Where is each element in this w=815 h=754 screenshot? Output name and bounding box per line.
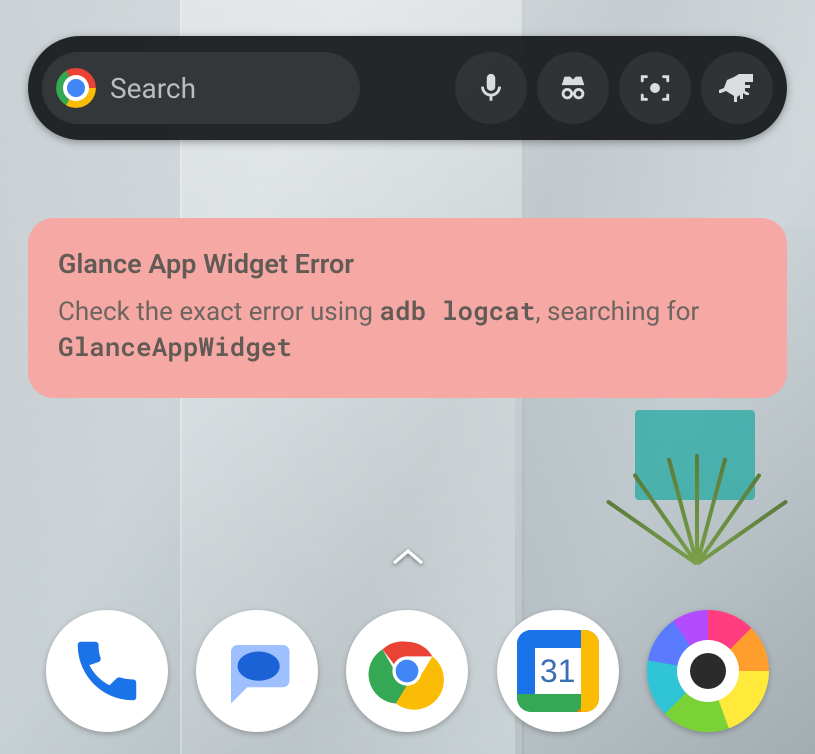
dino-button[interactable] xyxy=(701,52,773,124)
voice-search-button[interactable] xyxy=(455,52,527,124)
dock-app-chrome[interactable] xyxy=(346,610,468,732)
wallpaper-plant xyxy=(615,424,785,594)
dock: 31 xyxy=(0,610,815,732)
chrome-icon xyxy=(368,632,446,710)
dock-app-messages[interactable] xyxy=(196,610,318,732)
error-body: Check the exact error using adb logcat, … xyxy=(58,294,757,366)
messages-icon xyxy=(218,632,296,710)
error-code-tag: GlanceAppWidget xyxy=(58,330,292,364)
dock-app-calendar[interactable]: 31 xyxy=(497,610,619,732)
lens-icon xyxy=(638,71,672,105)
dock-app-camera[interactable] xyxy=(647,610,769,732)
chrome-icon xyxy=(56,68,96,108)
dino-icon xyxy=(717,72,757,104)
error-code-adb: adb logcat xyxy=(379,294,535,328)
search-placeholder: Search xyxy=(110,72,196,105)
error-title: Glance App Widget Error xyxy=(58,248,757,280)
lens-button[interactable] xyxy=(619,52,691,124)
incognito-icon xyxy=(556,71,590,105)
dock-app-phone[interactable] xyxy=(46,610,168,732)
microphone-icon xyxy=(474,71,508,105)
app-drawer-handle[interactable] xyxy=(390,545,426,573)
chrome-search-widget: Search xyxy=(28,36,787,140)
search-input[interactable]: Search xyxy=(42,52,360,124)
incognito-button[interactable] xyxy=(537,52,609,124)
phone-icon xyxy=(68,632,146,710)
glance-error-widget[interactable]: Glance App Widget Error Check the exact … xyxy=(28,218,787,398)
calendar-icon: 31 xyxy=(517,630,599,712)
chevron-up-icon xyxy=(390,545,426,569)
calendar-day: 31 xyxy=(517,630,599,712)
